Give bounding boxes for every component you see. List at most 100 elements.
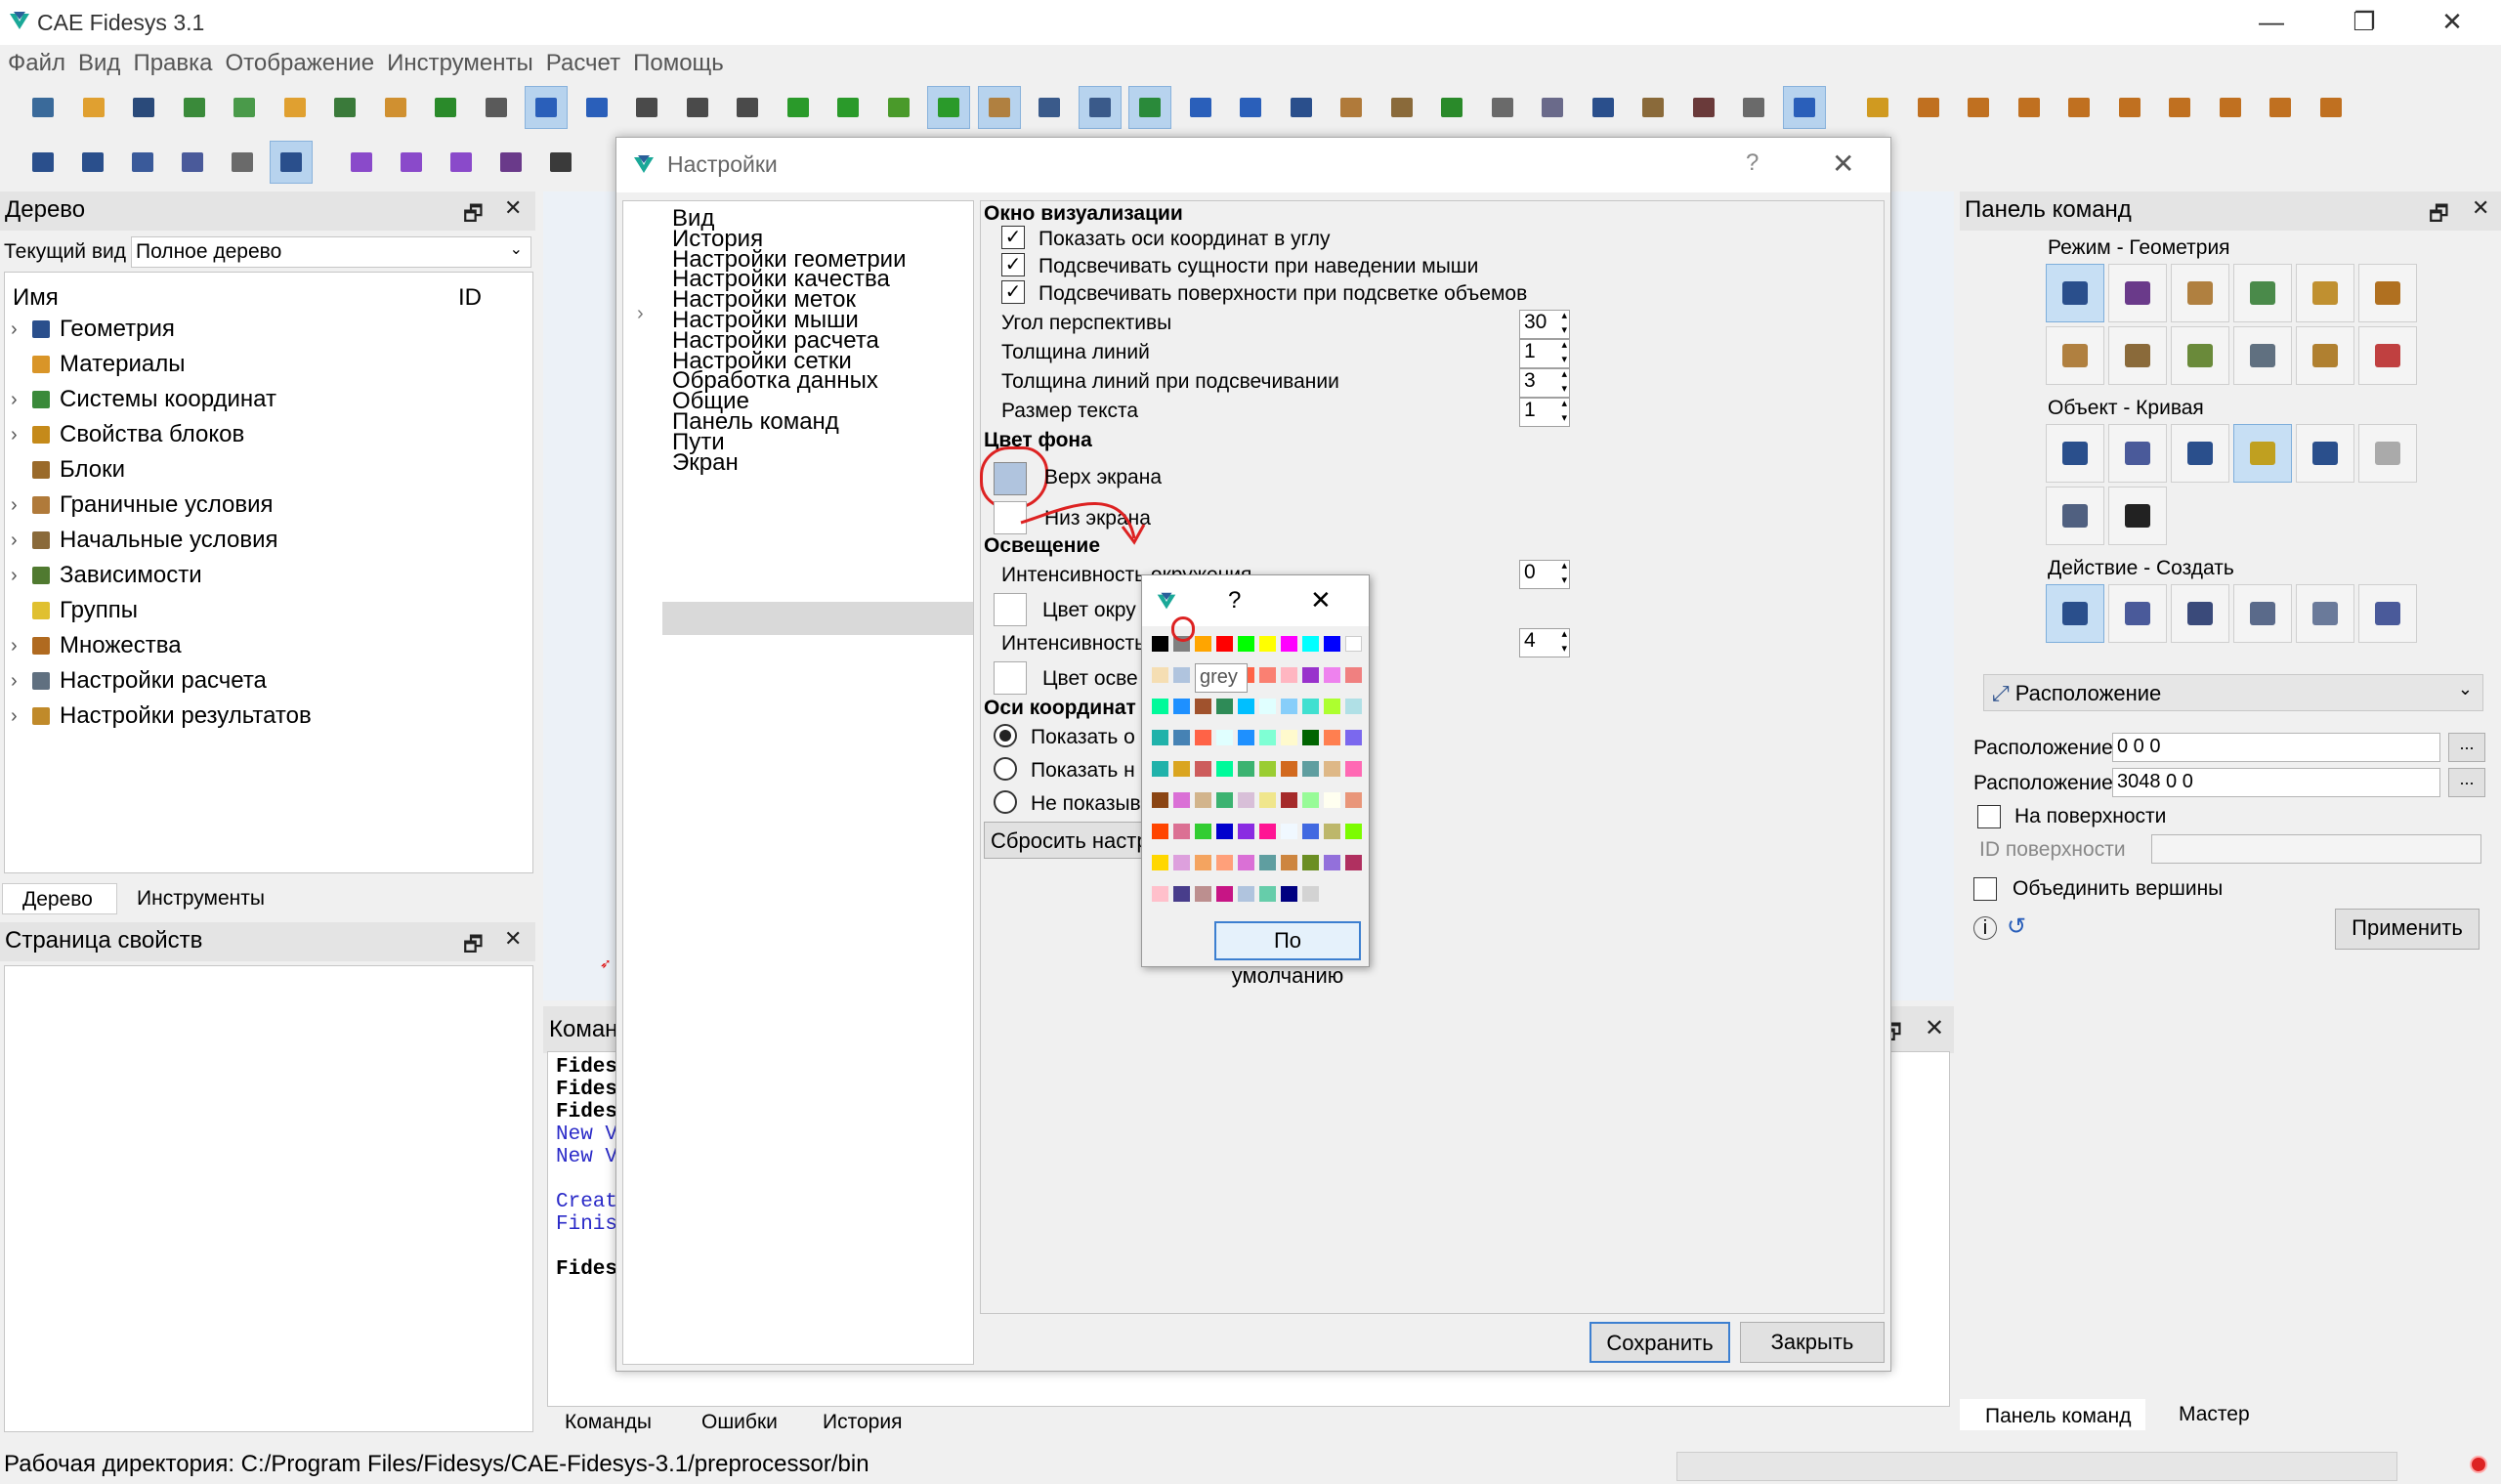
command-tool-button[interactable] xyxy=(2046,487,2104,545)
axes-show-alt-radio[interactable] xyxy=(994,757,1017,781)
color-swatch[interactable] xyxy=(1281,792,1297,808)
color-swatch[interactable] xyxy=(1173,855,1190,870)
toolbar-button[interactable] xyxy=(1028,86,1071,129)
color-swatch[interactable] xyxy=(1259,824,1276,839)
color-swatch[interactable] xyxy=(1281,699,1297,714)
command-tool-button[interactable] xyxy=(2358,264,2417,322)
color-swatch[interactable] xyxy=(1324,824,1340,839)
tab-tree[interactable]: Дерево xyxy=(2,883,117,914)
toolbar-button[interactable] xyxy=(575,86,618,129)
color-swatch[interactable] xyxy=(1152,699,1168,714)
ambient-color-swatch[interactable] xyxy=(994,593,1027,626)
toolbar-button[interactable] xyxy=(1280,86,1323,129)
menu-tools[interactable]: Инструменты xyxy=(379,47,538,77)
chevron-right-icon[interactable]: › xyxy=(11,705,32,728)
maximize-button[interactable]: ❐ xyxy=(2330,0,2398,45)
color-swatch[interactable] xyxy=(1195,699,1211,714)
toolbar-button[interactable] xyxy=(1856,86,1899,129)
tab-commands[interactable]: Команды xyxy=(565,1411,652,1434)
menu-file[interactable]: Файл xyxy=(0,47,70,77)
color-swatch[interactable] xyxy=(1195,636,1211,652)
toolbar-button[interactable] xyxy=(374,86,417,129)
chevron-right-icon[interactable]: › xyxy=(11,565,32,587)
tab-command-panel[interactable]: Панель команд xyxy=(1960,1399,2145,1430)
color-swatch[interactable] xyxy=(1281,855,1297,870)
color-swatch[interactable] xyxy=(1238,855,1254,870)
color-swatch[interactable] xyxy=(1281,667,1297,683)
ambient-intensity-spinbox[interactable]: 0 xyxy=(1519,559,1570,589)
color-swatch[interactable] xyxy=(1216,636,1233,652)
color-swatch[interactable] xyxy=(1216,699,1233,714)
color-swatch[interactable] xyxy=(1216,730,1233,745)
color-swatch[interactable] xyxy=(1345,761,1362,777)
color-help-button[interactable]: ? xyxy=(1228,587,1241,615)
color-swatch[interactable] xyxy=(1345,699,1362,714)
chevron-right-icon[interactable]: › xyxy=(637,303,644,325)
color-swatch[interactable] xyxy=(1345,636,1362,652)
color-swatch[interactable] xyxy=(1173,792,1190,808)
color-swatch[interactable] xyxy=(1238,761,1254,777)
command-tool-button[interactable] xyxy=(2358,424,2417,483)
color-swatch[interactable] xyxy=(1238,636,1254,652)
toolbar-button[interactable] xyxy=(1682,86,1725,129)
toolbar-button[interactable] xyxy=(270,141,313,184)
color-swatch[interactable] xyxy=(1302,824,1319,839)
toolbar-button[interactable] xyxy=(223,86,266,129)
color-swatch[interactable] xyxy=(1302,886,1319,902)
toolbar-button[interactable] xyxy=(340,141,383,184)
toolbar-button[interactable] xyxy=(424,86,467,129)
color-swatch[interactable] xyxy=(1302,730,1319,745)
command-tool-button[interactable] xyxy=(2296,264,2354,322)
highlight-width-spinbox[interactable]: 3 xyxy=(1519,367,1570,398)
color-swatch[interactable] xyxy=(1324,855,1340,870)
tree-item[interactable]: › Зависимости xyxy=(11,558,202,593)
toolbar-button[interactable] xyxy=(539,141,582,184)
color-swatch[interactable] xyxy=(1302,699,1319,714)
color-swatch[interactable] xyxy=(1195,886,1211,902)
color-swatch[interactable] xyxy=(1238,824,1254,839)
menu-help[interactable]: Помощь xyxy=(625,47,729,77)
toolbar-button[interactable] xyxy=(2158,86,2201,129)
command-tool-button[interactable] xyxy=(2171,424,2229,483)
close-panel-icon[interactable]: ✕ xyxy=(1925,1014,1944,1042)
toolbar-button[interactable] xyxy=(72,86,115,129)
toolbar-button[interactable] xyxy=(1179,86,1222,129)
chevron-right-icon[interactable]: › xyxy=(11,530,32,552)
color-swatch[interactable] xyxy=(1238,792,1254,808)
color-swatch[interactable] xyxy=(1281,761,1297,777)
position1-browse-button[interactable]: ... xyxy=(2448,733,2485,762)
axes-hide-radio[interactable] xyxy=(994,790,1017,814)
toolbar-button[interactable] xyxy=(1632,86,1674,129)
command-tool-button[interactable] xyxy=(2108,424,2167,483)
col-name-header[interactable]: Имя xyxy=(13,284,59,312)
color-swatch[interactable] xyxy=(1324,699,1340,714)
toolbar-button[interactable] xyxy=(525,86,568,129)
minimize-button[interactable]: — xyxy=(2237,0,2306,45)
color-swatch[interactable] xyxy=(1216,886,1233,902)
color-swatch[interactable] xyxy=(1152,730,1168,745)
color-swatch[interactable] xyxy=(1195,761,1211,777)
color-swatch[interactable] xyxy=(1195,792,1211,808)
menu-edit[interactable]: Правка xyxy=(125,47,217,77)
color-swatch[interactable] xyxy=(1238,730,1254,745)
command-tool-button[interactable] xyxy=(2358,326,2417,385)
close-panel-icon[interactable]: ✕ xyxy=(504,195,522,221)
position2-input[interactable]: 3048 0 0 xyxy=(2112,768,2440,797)
close-button[interactable]: Закрыть xyxy=(1740,1322,1885,1363)
color-swatch[interactable] xyxy=(1152,792,1168,808)
color-swatch[interactable] xyxy=(1173,824,1190,839)
undock-icon[interactable]: 🗗 xyxy=(463,928,484,965)
color-swatch[interactable] xyxy=(1281,886,1297,902)
color-swatch[interactable] xyxy=(1259,855,1276,870)
command-tool-button[interactable] xyxy=(2171,584,2229,643)
command-tool-button[interactable] xyxy=(2046,264,2104,322)
undock-icon[interactable]: 🗗 xyxy=(463,197,484,234)
toolbar-button[interactable] xyxy=(1907,86,1950,129)
toolbar-button[interactable] xyxy=(1957,86,2000,129)
save-button[interactable]: Сохранить xyxy=(1590,1322,1730,1363)
color-swatch[interactable] xyxy=(1259,667,1276,683)
merge-vertices-checkbox[interactable] xyxy=(1973,877,1997,901)
toolbar-button[interactable] xyxy=(21,86,64,129)
color-swatch[interactable] xyxy=(1345,824,1362,839)
tab-errors[interactable]: Ошибки xyxy=(701,1411,778,1434)
